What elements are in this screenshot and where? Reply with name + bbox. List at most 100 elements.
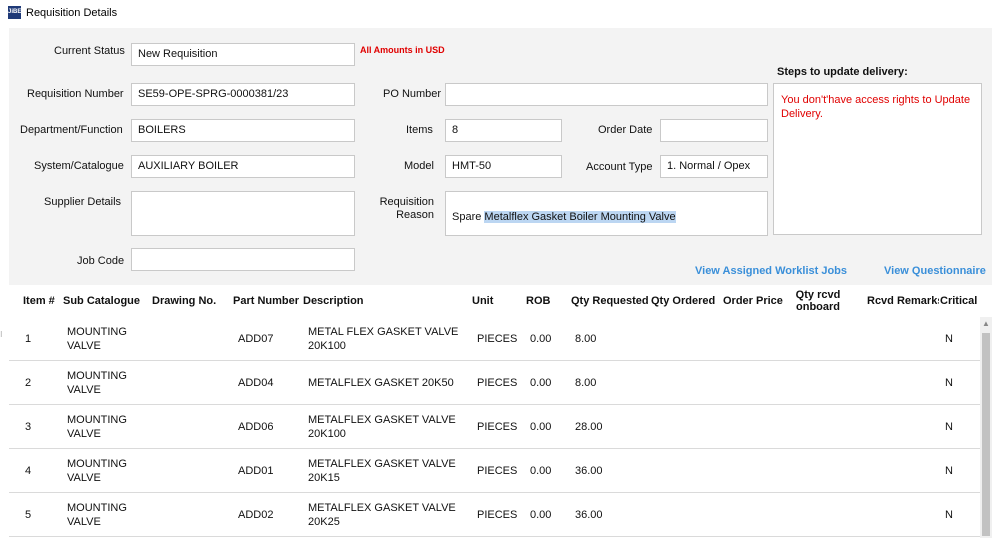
requisition-reason-label-line2: Reason bbox=[396, 209, 434, 221]
col-qty-rcvd-header-line1: Qty rcvd bbox=[795, 289, 841, 301]
steps-title: Steps to update delivery: bbox=[777, 66, 908, 78]
cell-item: 4 bbox=[25, 465, 32, 477]
table-row[interactable]: 5 MOUNTING VALVE ADD02 METALFLEX GASKET VALV… bbox=[9, 493, 981, 537]
department-label: Department/Function bbox=[20, 124, 123, 136]
cell-part: ADD04 bbox=[238, 377, 274, 389]
requisition-reason-label-line1: Requisition bbox=[379, 196, 434, 208]
table-vertical-scrollbar[interactable]: ▲ bbox=[980, 317, 992, 538]
col-order-price-header[interactable]: Order Price bbox=[723, 295, 783, 307]
requisition-number-field[interactable]: SE59-OPE-SPRG-0000381/23 bbox=[131, 83, 355, 106]
cell-line: VALVE bbox=[67, 340, 101, 352]
cell-unit: PIECES bbox=[477, 509, 518, 521]
col-qty-rcvd-header[interactable]: Qty rcvd onboard bbox=[788, 289, 848, 313]
reason-text: Spare bbox=[452, 211, 485, 223]
cell-line: 20K100 bbox=[308, 340, 346, 352]
system-catalogue-field[interactable]: AUXILIARY BOILER bbox=[131, 155, 355, 178]
cell-rob: 0.00 bbox=[530, 377, 552, 389]
cell-line: MOUNTING bbox=[67, 414, 127, 426]
view-worklist-jobs-link[interactable]: View Assigned Worklist Jobs bbox=[695, 265, 847, 277]
po-number-field[interactable] bbox=[445, 83, 768, 106]
cell-line: VALVE bbox=[67, 384, 101, 396]
supplier-details-label: Supplier Details bbox=[44, 196, 122, 208]
cell-line: MOUNTING bbox=[67, 502, 127, 514]
col-rob-header[interactable]: ROB bbox=[526, 295, 550, 307]
cell-line: METAL FLEX GASKET VALVE bbox=[308, 326, 459, 338]
cell-unit: PIECES bbox=[477, 421, 518, 433]
col-critical-header[interactable]: Critical bbox=[940, 295, 977, 307]
department-field[interactable]: BOILERS bbox=[131, 119, 355, 142]
window-title: Requisition Details bbox=[26, 7, 118, 19]
cell-qty-requested: 36.00 bbox=[575, 509, 603, 521]
cell-line: 20K100 bbox=[308, 428, 346, 440]
table-row[interactable]: 3 MOUNTING VALVE ADD06 METALFLEX GASKET VALV… bbox=[9, 405, 981, 449]
cell-part: ADD07 bbox=[238, 333, 274, 345]
reason-selected-text: Metalflex Gasket Boiler Mounting Valve bbox=[484, 211, 676, 223]
table-row[interactable]: 1 MOUNTING VALVE ADD07 METAL FLEX GASKET VAL… bbox=[9, 317, 981, 361]
col-rcvd-remarks-header[interactable]: Rcvd Remarks bbox=[867, 295, 939, 307]
cell-unit: PIECES bbox=[477, 465, 518, 477]
cell-item: 2 bbox=[25, 377, 32, 389]
scroll-thumb[interactable] bbox=[982, 333, 990, 536]
cell-critical: N bbox=[945, 377, 953, 389]
app-logo-icon: JiBE bbox=[8, 6, 21, 19]
cell-line: VALVE bbox=[67, 472, 101, 484]
po-number-label: PO Number bbox=[383, 88, 442, 100]
items-field[interactable]: 8 bbox=[445, 119, 562, 142]
cell-line: METALFLEX GASKET 20K50 bbox=[308, 377, 454, 389]
cell-line: 20K15 bbox=[308, 472, 340, 484]
cell-qty-requested: 8.00 bbox=[575, 377, 597, 389]
view-questionnaire-link[interactable]: View Questionnaire bbox=[884, 265, 986, 277]
cell-part: ADD06 bbox=[238, 421, 274, 433]
cell-part: ADD02 bbox=[238, 509, 274, 521]
scroll-up-arrow-icon[interactable]: ▲ bbox=[982, 319, 990, 328]
model-field[interactable]: HMT-50 bbox=[445, 155, 562, 178]
requisition-reason-label: Requisition Reason bbox=[370, 196, 434, 221]
col-qty-rcvd-header-line2: onboard bbox=[796, 301, 840, 313]
supplier-details-field[interactable] bbox=[131, 191, 355, 236]
cell-rob: 0.00 bbox=[530, 421, 552, 433]
col-part-number-header[interactable]: Part Number bbox=[233, 295, 299, 307]
current-status-label: Current Status bbox=[54, 45, 125, 57]
account-type-field[interactable]: 1. Normal / Opex bbox=[660, 155, 768, 178]
requisition-number-label: Requisition Number bbox=[27, 88, 124, 100]
cell-item: 1 bbox=[25, 333, 32, 345]
account-type-label: Account Type bbox=[586, 161, 653, 173]
order-date-field[interactable] bbox=[660, 119, 768, 142]
col-sub-catalogue-header[interactable]: Sub Catalogue bbox=[63, 295, 140, 307]
cell-sub: MOUNTING VALVE bbox=[67, 413, 127, 441]
cell-line: 20K25 bbox=[308, 516, 340, 528]
cell-rob: 0.00 bbox=[530, 509, 552, 521]
cell-line: MOUNTING bbox=[67, 458, 127, 470]
table-row[interactable]: 4 MOUNTING VALVE ADD01 METALFLEX GASKET VALV… bbox=[9, 449, 981, 493]
col-item-header[interactable]: Item # bbox=[23, 295, 55, 307]
cell-line: METALFLEX GASKET VALVE bbox=[308, 458, 456, 470]
col-drawing-header[interactable]: Drawing No. bbox=[152, 295, 216, 307]
cell-critical: N bbox=[945, 465, 953, 477]
cell-item: 3 bbox=[25, 421, 32, 433]
col-qty-requested-header[interactable]: Qty Requested bbox=[571, 295, 649, 307]
items-label: Items bbox=[406, 124, 433, 136]
requisition-reason-field[interactable]: Spare Metalflex Gasket Boiler Mounting V… bbox=[445, 191, 768, 236]
amounts-currency-note: All Amounts in USD bbox=[360, 45, 445, 55]
items-table: Item # Sub Catalogue Drawing No. Part Nu… bbox=[9, 285, 992, 538]
cell-qty-requested: 28.00 bbox=[575, 421, 603, 433]
job-code-field[interactable] bbox=[131, 248, 355, 271]
cell-line: METALFLEX GASKET VALVE bbox=[308, 414, 456, 426]
col-qty-ordered-header[interactable]: Qty Ordered bbox=[651, 295, 715, 307]
cell-line: METALFLEX GASKET VALVE bbox=[308, 502, 456, 514]
col-unit-header[interactable]: Unit bbox=[472, 295, 493, 307]
table-row[interactable]: 2 MOUNTING VALVE ADD04 METALFLEX GASKET 20K5… bbox=[9, 361, 981, 405]
cell-desc: METALFLEX GASKET VALVE 20K15 bbox=[308, 457, 456, 485]
splitter-handle[interactable]: ⁝ bbox=[0, 330, 3, 340]
cell-sub: MOUNTING VALVE bbox=[67, 501, 127, 529]
cell-qty-requested: 36.00 bbox=[575, 465, 603, 477]
cell-part: ADD01 bbox=[238, 465, 274, 477]
system-catalogue-label: System/Catalogue bbox=[34, 160, 124, 172]
col-description-header[interactable]: Description bbox=[303, 295, 364, 307]
cell-sub: MOUNTING VALVE bbox=[67, 369, 127, 397]
cell-critical: N bbox=[945, 509, 953, 521]
model-label: Model bbox=[404, 160, 434, 172]
cell-desc: METAL FLEX GASKET VALVE 20K100 bbox=[308, 325, 458, 353]
steps-message-box: You don't'have access rights to Update D… bbox=[773, 83, 982, 235]
current-status-field[interactable]: New Requisition bbox=[131, 43, 355, 66]
